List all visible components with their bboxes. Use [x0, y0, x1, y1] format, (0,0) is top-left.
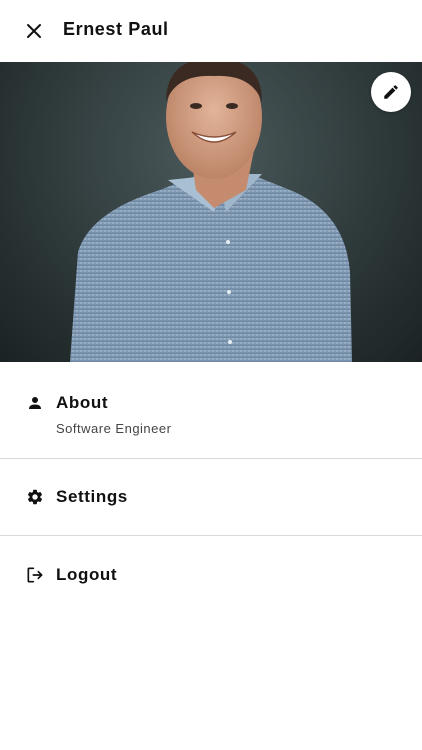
profile-photo — [0, 62, 422, 362]
pencil-icon — [384, 85, 398, 99]
gear-icon — [25, 487, 45, 507]
profile-photo-illustration — [70, 62, 352, 362]
app-header: Ernest Paul — [0, 0, 422, 62]
menu-item-subtitle: Software Engineer — [56, 421, 172, 436]
menu-item-logout[interactable]: Logout — [0, 536, 422, 612]
menu-item-label: Settings — [56, 487, 128, 506]
menu-item-about[interactable]: About Software Engineer — [0, 362, 422, 458]
menu-item-label: Logout — [56, 565, 118, 584]
menu-item-settings[interactable]: Settings — [0, 459, 422, 535]
logout-icon — [25, 565, 45, 585]
edit-profile-button[interactable] — [371, 72, 411, 112]
person-icon — [25, 393, 45, 413]
close-button[interactable] — [20, 17, 48, 45]
close-icon — [27, 24, 41, 38]
page-title: Ernest Paul — [63, 19, 169, 39]
menu-item-label: About — [56, 393, 109, 412]
